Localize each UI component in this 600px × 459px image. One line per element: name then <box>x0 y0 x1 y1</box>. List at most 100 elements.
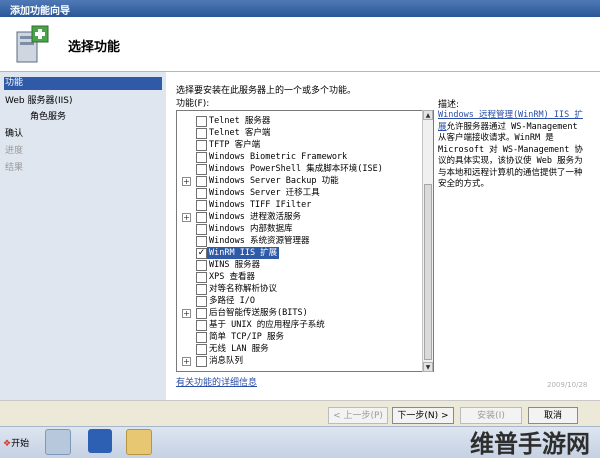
page-title: 选择功能 <box>68 40 121 55</box>
expand-plus-icon[interactable]: + <box>182 357 191 366</box>
nav-item-label: 功能 <box>5 78 24 88</box>
feature-label: Windows 内部数据库 <box>209 224 293 234</box>
expand-plus-icon[interactable]: + <box>182 309 191 318</box>
feature-label: Windows 系统资源管理器 <box>209 236 310 246</box>
feature-row[interactable]: Windows Server 迁移工具 <box>177 187 417 199</box>
description-block: Windows 远程管理(WinRM) IIS 扩展允许服务器通过 WS-Man… <box>438 110 588 191</box>
feature-row[interactable]: 多路径 I/O <box>177 295 417 307</box>
feature-label: Windows PowerShell 集成脚本环境(ISE) <box>209 164 383 174</box>
description-text: 允许服务器通过 WS-Management 从客户端接收请求。WinRM 是 M… <box>438 121 583 190</box>
features-list[interactable]: Telnet 服务器 Telnet 客户端 TFTP 客户端 Windows B… <box>176 110 434 372</box>
nav-item-label: 确认 <box>5 129 24 139</box>
features-label: 功能(F): <box>176 99 210 109</box>
feature-label: 后台智能传送服务(BITS) <box>209 308 308 318</box>
description-heading: 描述: <box>438 100 460 110</box>
start-button[interactable]: ❖开始 <box>3 436 29 449</box>
feature-checkbox-checked[interactable]: ✓ <box>196 248 207 259</box>
feature-row[interactable]: XPS 查看器 <box>177 271 417 283</box>
feature-checkbox[interactable] <box>196 296 207 307</box>
start-label: 开始 <box>11 439 30 449</box>
expand-plus-icon[interactable]: + <box>182 177 191 186</box>
windows-logo-icon: ❖ <box>3 439 12 449</box>
feature-row[interactable]: Windows Biometric Framework <box>177 151 417 163</box>
nav-item-role-services[interactable]: 角色服务 <box>0 111 162 124</box>
feature-checkbox[interactable] <box>196 224 207 235</box>
feature-label: 基于 UNIX 的应用程序子系统 <box>209 320 325 330</box>
feature-row[interactable]: Windows PowerShell 集成脚本环境(ISE) <box>177 163 417 175</box>
nav-item-features[interactable]: 功能 <box>4 77 162 90</box>
scroll-up-arrow-icon[interactable]: ▲ <box>423 110 433 120</box>
feature-checkbox[interactable] <box>196 176 207 187</box>
feature-row[interactable]: + 消息队列 <box>177 355 417 367</box>
feature-row[interactable]: Telnet 客户端 <box>177 127 417 139</box>
feature-row[interactable]: Windows TIFF IFilter <box>177 199 417 211</box>
feature-label: 简单 TCP/IP 服务 <box>209 332 284 342</box>
cancel-button[interactable]: 取消 <box>528 407 578 424</box>
nav-item-results: 结果 <box>0 162 162 175</box>
install-button[interactable]: 安装(I) <box>460 407 522 424</box>
feature-row[interactable]: WINS 服务器 <box>177 259 417 271</box>
feature-checkbox[interactable] <box>196 236 207 247</box>
scroll-down-arrow-icon[interactable]: ▼ <box>423 362 433 372</box>
feature-checkbox[interactable] <box>196 356 207 367</box>
server-feature-icon <box>16 25 49 63</box>
feature-row[interactable]: TFTP 客户端 <box>177 139 417 151</box>
feature-row[interactable]: 无线 LAN 服务 <box>177 343 417 355</box>
wizard-header: 选择功能 <box>0 17 600 72</box>
feature-row[interactable]: Telnet 服务器 <box>177 115 417 127</box>
nav-item-label: 角色服务 <box>30 112 67 122</box>
feature-checkbox[interactable] <box>196 128 207 139</box>
folder-icon[interactable] <box>126 429 152 455</box>
feature-checkbox[interactable] <box>196 260 207 271</box>
feature-label: 多路径 I/O <box>209 296 255 306</box>
feature-row[interactable]: 简单 TCP/IP 服务 <box>177 331 417 343</box>
feature-label: TFTP 客户端 <box>209 140 261 150</box>
feature-checkbox[interactable] <box>196 152 207 163</box>
more-info-link[interactable]: 有关功能的详细信息 <box>176 375 257 388</box>
feature-checkbox[interactable] <box>196 188 207 199</box>
feature-checkbox[interactable] <box>196 116 207 127</box>
watermark-text: 维普手游网 <box>470 430 590 458</box>
previous-button[interactable]: < 上一步(P) <box>328 407 388 424</box>
feature-row[interactable]: + 后台智能传送服务(BITS) <box>177 307 417 319</box>
next-button[interactable]: 下一步(N) > <box>392 407 454 424</box>
feature-row[interactable]: 基于 UNIX 的应用程序子系统 <box>177 319 417 331</box>
feature-row[interactable]: Windows 系统资源管理器 <box>177 235 417 247</box>
scrollbar-thumb[interactable] <box>424 184 432 360</box>
feature-label: 对等名称解析协议 <box>209 284 278 294</box>
nav-item-web-server[interactable]: Web 服务器(IIS) <box>0 95 162 108</box>
feature-checkbox[interactable] <box>196 344 207 355</box>
powershell-icon[interactable] <box>88 429 112 453</box>
feature-checkbox[interactable] <box>196 308 207 319</box>
feature-row[interactable]: + Windows 进程激活服务 <box>177 211 417 223</box>
nav-item-label: Web 服务器(IIS) <box>5 96 73 106</box>
feature-label: WINS 服务器 <box>209 260 261 270</box>
server-manager-icon[interactable] <box>45 429 71 455</box>
feature-row[interactable]: 对等名称解析协议 <box>177 283 417 295</box>
feature-checkbox[interactable] <box>196 272 207 283</box>
feature-checkbox[interactable] <box>196 164 207 175</box>
feature-label: 无线 LAN 服务 <box>209 344 269 354</box>
feature-checkbox[interactable] <box>196 332 207 343</box>
expand-plus-icon[interactable]: + <box>182 213 191 222</box>
feature-label: WinRM IIS 扩展 <box>207 247 280 259</box>
nav-item-confirmation[interactable]: 确认 <box>0 128 162 141</box>
feature-checkbox[interactable] <box>196 140 207 151</box>
feature-row[interactable]: Windows 内部数据库 <box>177 223 417 235</box>
feature-row-selected[interactable]: ✓ WinRM IIS 扩展 <box>177 247 417 259</box>
feature-label: Telnet 客户端 <box>209 128 271 138</box>
wizard-steps-nav <box>0 72 166 422</box>
nav-item-progress: 进度 <box>0 145 162 158</box>
feature-checkbox[interactable] <box>196 320 207 331</box>
feature-checkbox[interactable] <box>196 200 207 211</box>
feature-label: XPS 查看器 <box>209 272 255 282</box>
feature-label: Windows 进程激活服务 <box>209 212 301 222</box>
feature-row[interactable]: + Windows Server Backup 功能 <box>177 175 417 187</box>
feature-label: Windows Server 迁移工具 <box>209 188 320 198</box>
feature-label: Windows Server Backup 功能 <box>209 176 339 186</box>
feature-checkbox[interactable] <box>196 284 207 295</box>
nav-item-label: 进度 <box>5 146 24 156</box>
feature-checkbox[interactable] <box>196 212 207 223</box>
feature-label: Windows Biometric Framework <box>209 152 348 162</box>
features-scrollbar[interactable]: ▲ ▼ <box>422 110 433 372</box>
